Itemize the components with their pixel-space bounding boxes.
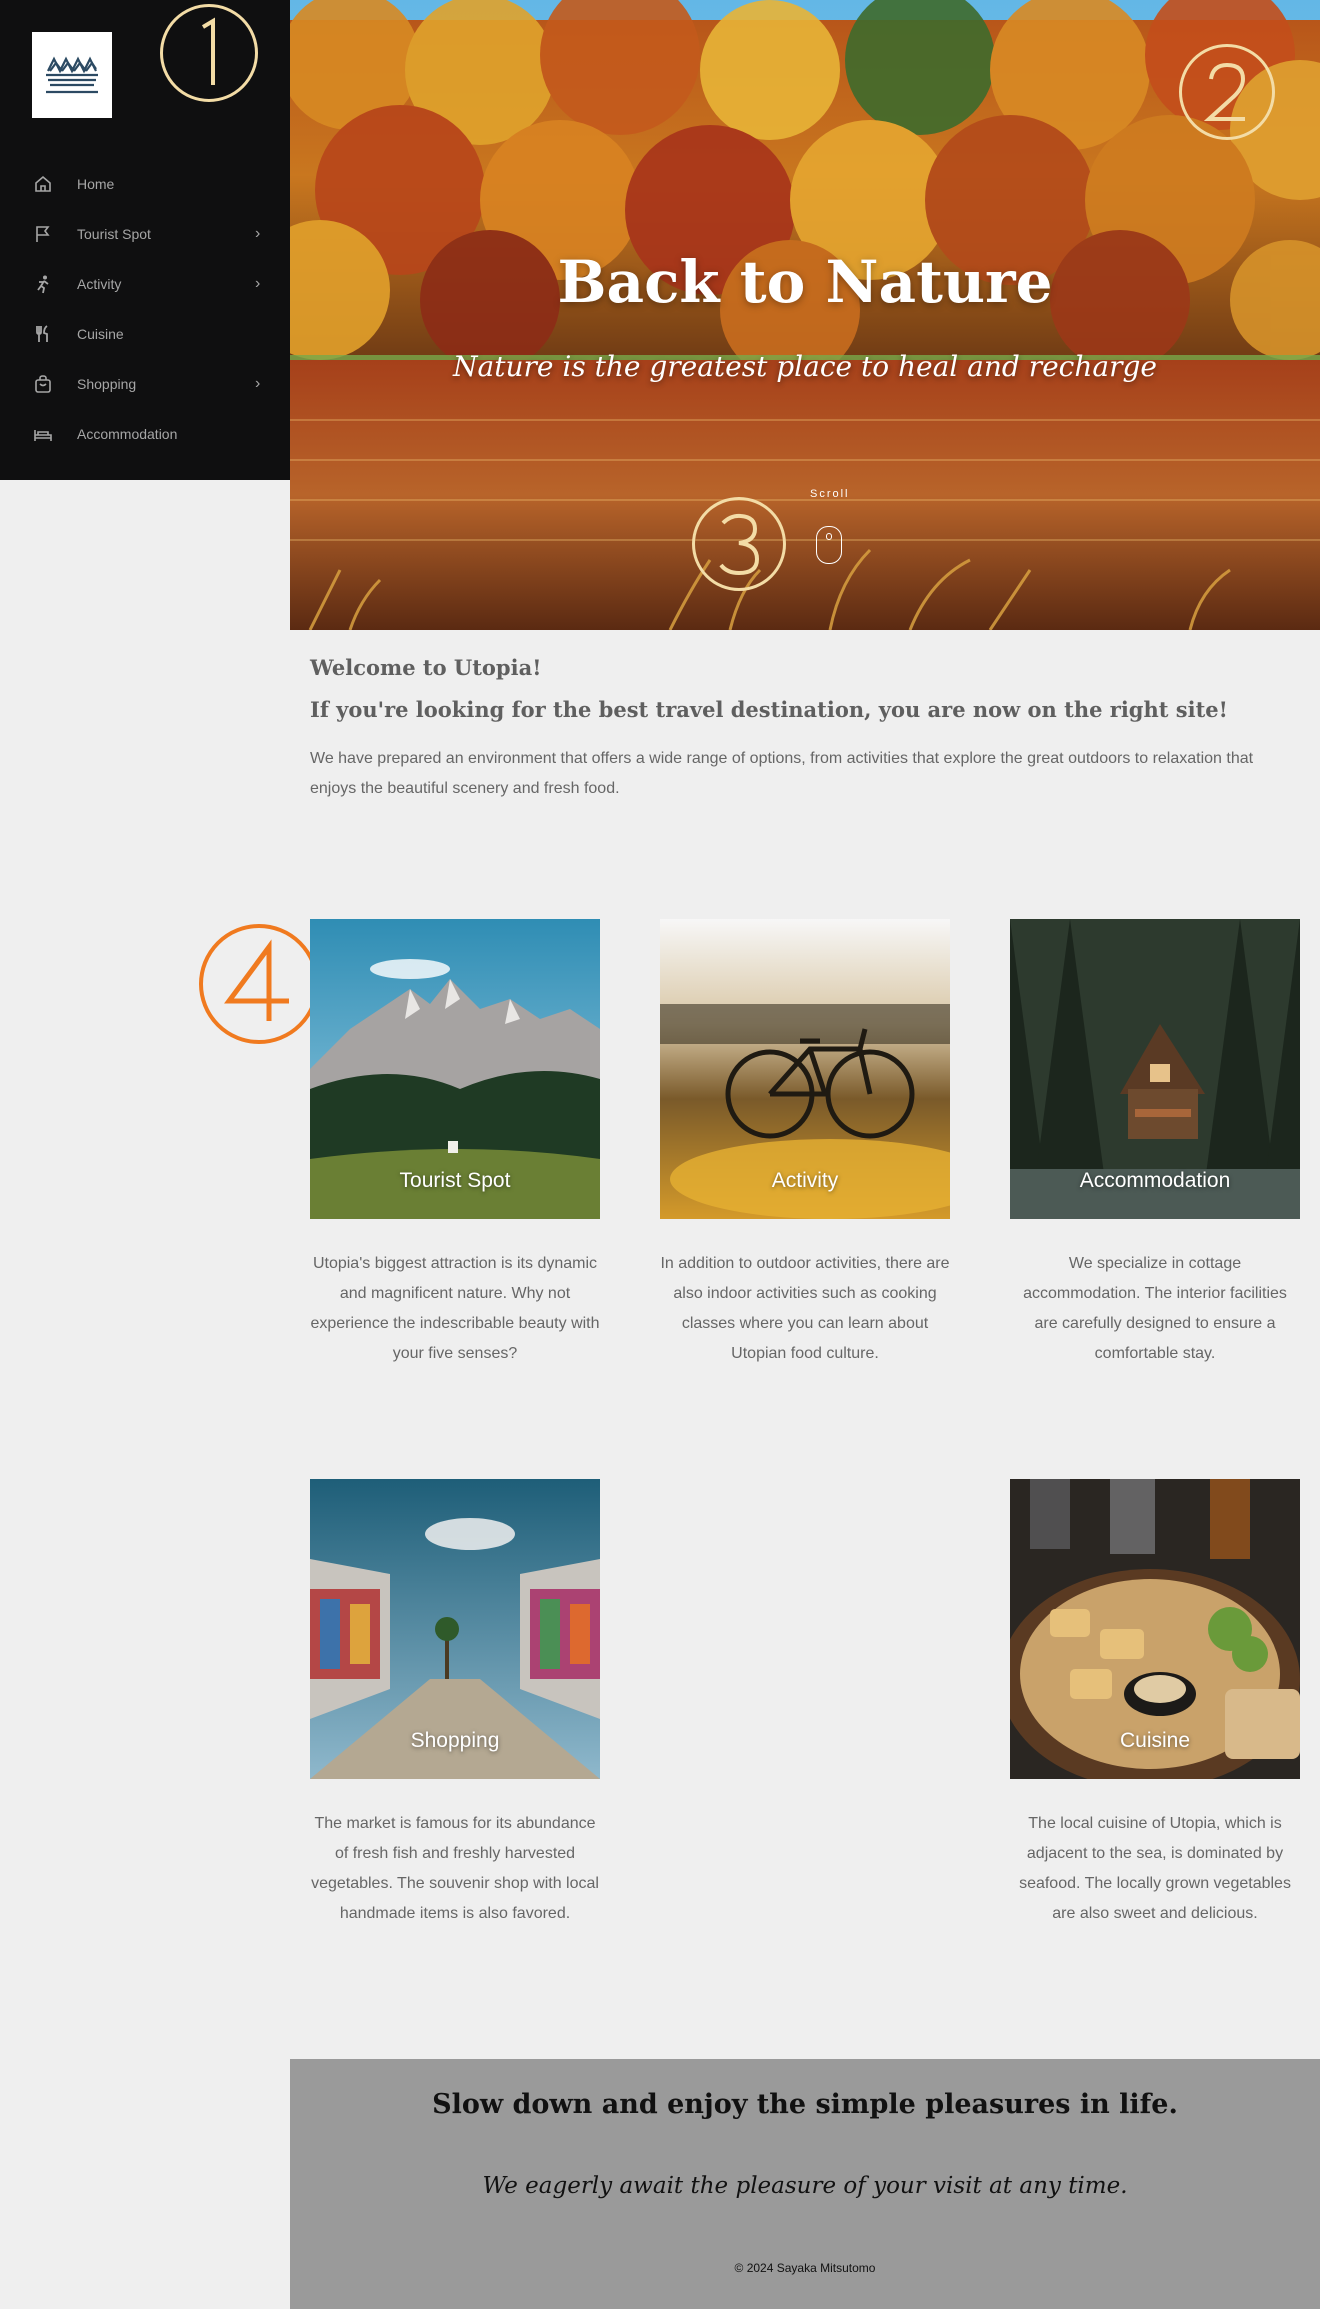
card-image[interactable]: Cuisine [1010, 1479, 1300, 1779]
annotation-marker-1: ① [160, 4, 258, 102]
card-description: Utopia's biggest attraction is its dynam… [310, 1255, 600, 1362]
sidebar-item-label: Activity [77, 276, 122, 292]
annotation-marker-2: ② [1179, 44, 1275, 140]
card-label: Cuisine [1119, 1729, 1191, 1752]
sidebar: ① Home Tourist Spot › Activity › [0, 0, 290, 480]
intro-section: Welcome to Utopia! If you're looking for… [310, 655, 1300, 804]
card-accommodation[interactable]: Accommodation We specialize in cottage a… [1010, 919, 1300, 1369]
running-icon [32, 273, 54, 295]
sidebar-item-label: Tourist Spot [77, 226, 151, 242]
card-label: Tourist Spot [399, 1169, 511, 1192]
footer: Slow down and enjoy the simple pleasures… [290, 2059, 1320, 2309]
card-cuisine[interactable]: Cuisine The local cuisine of Utopia, whi… [1010, 1479, 1300, 1929]
card-tourist-spot[interactable]: Tourist Spot Utopia's biggest attraction… [310, 919, 600, 1369]
sidebar-item-accommodation[interactable]: Accommodation [0, 409, 290, 459]
card-description: The market is famous for its abundance o… [311, 1815, 599, 1922]
flag-icon [32, 223, 54, 245]
card-label: Activity [771, 1169, 839, 1192]
site-logo[interactable] [32, 32, 112, 118]
welcome-heading: Welcome to Utopia! [310, 655, 542, 680]
card-shopping[interactable]: Shopping The market is famous for its ab… [310, 1479, 600, 1929]
card-image[interactable]: Shopping [310, 1479, 600, 1779]
scroll-label: Scroll [810, 488, 850, 500]
home-icon [32, 173, 54, 195]
footer-subline: We eagerly await the pleasure of your vi… [482, 2173, 1128, 2199]
annotation-marker-4: ④ [199, 924, 319, 1044]
card-label: Accommodation [1079, 1169, 1231, 1192]
scroll-mouse-icon[interactable] [816, 526, 842, 564]
hero-section: ② Back to Nature Nature is the greatest … [290, 0, 1320, 630]
sidebar-item-home[interactable]: Home [0, 159, 290, 209]
sidebar-item-label: Home [77, 176, 115, 192]
utensils-icon [32, 323, 54, 345]
annotation-marker-3: ③ [692, 497, 786, 591]
sidebar-item-activity[interactable]: Activity › [0, 259, 290, 309]
sidebar-item-label: Accommodation [77, 426, 178, 442]
copyright: © 2024 Sayaka Mitsutomo [734, 2261, 876, 2275]
card-image[interactable]: Tourist Spot [310, 919, 600, 1219]
intro-body: We have prepared an environment that off… [310, 750, 1254, 797]
card-description: The local cuisine of Utopia, which is ad… [1019, 1815, 1291, 1922]
chevron-right-icon[interactable]: › [255, 375, 260, 393]
sidebar-item-label: Shopping [77, 376, 137, 392]
shopping-bag-icon [32, 373, 54, 395]
card-activity[interactable]: Activity In addition to outdoor activiti… [660, 919, 950, 1369]
card-image[interactable]: Activity [660, 919, 950, 1219]
intro-subheading: If you're looking for the best travel de… [310, 697, 1228, 722]
bed-icon [32, 423, 54, 445]
card-description: We specialize in cottage accommodation. … [1023, 1255, 1287, 1362]
chevron-right-icon[interactable]: › [255, 275, 260, 293]
mountain-lake-logo-icon [46, 56, 98, 94]
hero-subtitle: Nature is the greatest place to heal and… [453, 350, 1157, 383]
card-description: In addition to outdoor activities, there… [660, 1255, 950, 1362]
sidebar-item-shopping[interactable]: Shopping › [0, 359, 290, 409]
card-label: Shopping [410, 1729, 500, 1752]
sidebar-nav: Home Tourist Spot › Activity › Cuisine S… [0, 159, 290, 459]
chevron-right-icon[interactable]: › [255, 225, 260, 243]
footer-tagline: Slow down and enjoy the simple pleasures… [432, 2089, 1178, 2120]
hero-title: Back to Nature [557, 248, 1053, 316]
card-image[interactable]: Accommodation [1010, 919, 1300, 1219]
sidebar-item-label: Cuisine [77, 326, 124, 342]
sidebar-item-tourist-spot[interactable]: Tourist Spot › [0, 209, 290, 259]
sidebar-item-cuisine[interactable]: Cuisine [0, 309, 290, 359]
